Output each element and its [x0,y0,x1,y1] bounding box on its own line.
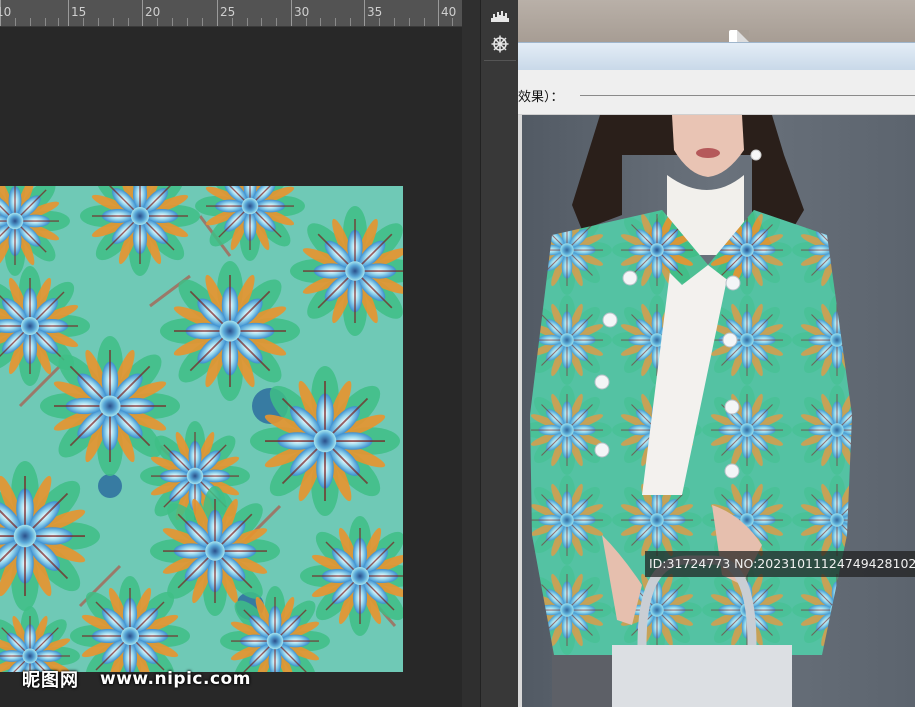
mandala-pattern-image [0,186,403,672]
nipic-watermark-url: www.nipic.com [100,669,251,689]
horizontal-ruler[interactable]: 10 15 20 25 30 35 40 [0,0,462,27]
ruler-label-10: 10 [0,5,12,19]
window-titlebar[interactable] [518,42,915,71]
photoshop-canvas-area[interactable]: 10 15 20 25 30 35 40 [0,0,462,707]
panel-dock-gap [462,0,480,707]
navigator-icon[interactable] [485,32,515,56]
caption-text: 效果）： [518,90,564,105]
caption-row: 效果）： [518,70,915,115]
ruler-label-20: 20 [145,5,161,19]
image-id-badge: ID:31724773 NO:20231011124749428102 [645,551,915,577]
pattern-document-canvas[interactable] [0,186,403,672]
histogram-icon[interactable] [485,4,515,28]
collapsed-panel-strip [480,0,520,707]
ruler-label-25: 25 [220,5,236,19]
ruler-label-40: 40 [441,5,457,19]
ruler-label-15: 15 [71,5,87,19]
caption-underline [580,95,915,96]
preview-document-window: 效果）： ID:31724773 NO:20231011124749428102 [518,0,915,707]
ruler-label-30: 30 [294,5,310,19]
ruler-label-35: 35 [367,5,383,19]
model-preview-photo [522,115,915,707]
nipic-watermark-logo: 昵图网 [22,670,79,691]
screen: 10 15 20 25 30 35 40 [0,0,915,707]
window-top-background [518,0,915,44]
